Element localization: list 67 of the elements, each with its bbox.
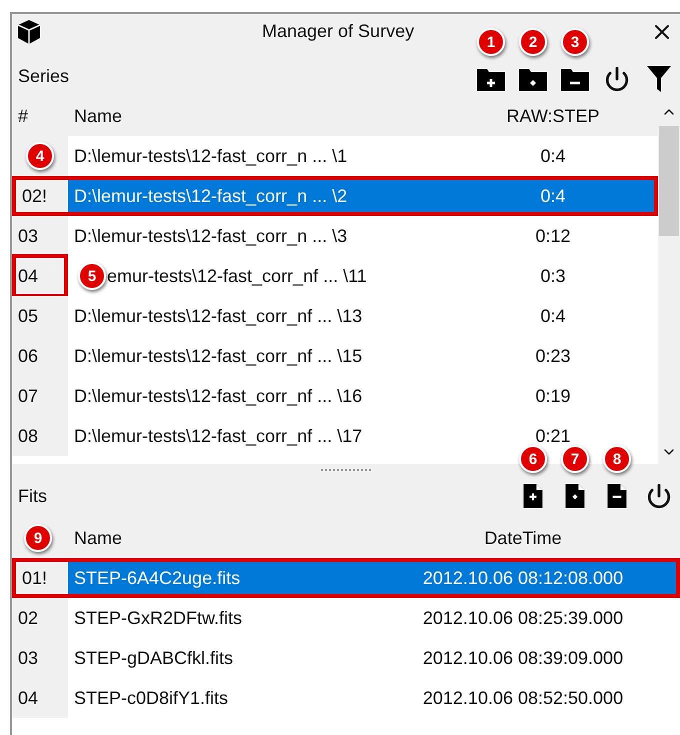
column-header: # bbox=[17, 104, 30, 128]
file-diamond-icon bbox=[563, 482, 587, 510]
table-cell-text: D:\lemur-tests\12-fast_corr_nf ... \17 bbox=[73, 424, 362, 448]
section-label: Fits bbox=[18, 484, 47, 508]
row-number: 01! bbox=[21, 566, 48, 590]
callout-badge: 5 bbox=[78, 262, 106, 290]
table-cell-text: D:\lemur-tests\12-fast_corr_nf ... \13 bbox=[73, 304, 362, 328]
section-label: Series bbox=[18, 65, 70, 88]
row-number: 08 bbox=[17, 424, 38, 448]
table-cell-text: STEP-6A4C2uge.fits bbox=[73, 566, 242, 590]
table-cell-text: D:\lemur-tests\12-fast_corr_n ... \1 bbox=[73, 144, 348, 168]
callout-badge: 4 bbox=[26, 142, 54, 170]
row-number: 03 bbox=[17, 224, 38, 248]
table-cell-text: 0:4 bbox=[539, 184, 567, 208]
cube-icon bbox=[18, 20, 40, 44]
row-number: 05 bbox=[17, 304, 38, 328]
table-cell-text: STEP-gDABCfkl.fits bbox=[73, 646, 234, 670]
power-icon bbox=[646, 483, 672, 509]
table-cell-text: D:\lemur-tests\12-fast_corr_nf ... \15 bbox=[73, 344, 362, 368]
column-header: Name bbox=[73, 104, 124, 128]
table-row[interactable]: 01! STEP-6A4C2uge.fits 2012.10.06 08:12:08.000 bbox=[12, 558, 680, 598]
callout-badge: 2 bbox=[519, 28, 547, 56]
power-icon bbox=[604, 66, 630, 92]
file-minus-icon bbox=[605, 482, 629, 510]
column-header: RAW:STEP bbox=[505, 104, 600, 128]
table-cell-text: D:\lemur-tests\12-fast_corr_n ... \3 bbox=[73, 224, 348, 248]
callout-badge: 7 bbox=[561, 445, 589, 473]
table-cell-text: 0:21 bbox=[534, 424, 572, 448]
table-cell-text: 0:19 bbox=[534, 384, 572, 408]
table-cell-text: 2012.10.06 08:39:09.000 bbox=[422, 646, 624, 670]
row-number: 02! bbox=[21, 184, 48, 208]
row-number: 04 bbox=[17, 264, 38, 288]
scrollbar-thumb[interactable] bbox=[659, 126, 679, 236]
window-title: Manager of Survey bbox=[262, 20, 414, 43]
callout-badge: 6 bbox=[519, 445, 547, 473]
row-number: 07 bbox=[17, 384, 38, 408]
callout-badge: 3 bbox=[561, 28, 589, 56]
column-header: Name bbox=[73, 526, 124, 550]
row-number: 02 bbox=[17, 606, 38, 630]
folder-diamond-icon bbox=[519, 67, 547, 91]
table-cell-text: 0:23 bbox=[534, 344, 572, 368]
table-cell-text: D:\lemur-tests\12-fast_corr_n ... \2 bbox=[73, 184, 348, 208]
callout-badge: 8 bbox=[603, 445, 631, 473]
splitter-handle[interactable] bbox=[321, 469, 371, 471]
column-header: DateTime bbox=[483, 526, 563, 550]
table-cell-text: STEP-c0D8ifY1.fits bbox=[73, 686, 230, 710]
table-cell-text: STEP-GxR2DFtw.fits bbox=[73, 606, 244, 630]
filter-button[interactable] bbox=[644, 64, 674, 94]
table-cell-text: 0:3 bbox=[539, 264, 567, 288]
table-cell-text: D:\lemur-tests\12-fast_corr_nf ... \16 bbox=[73, 384, 362, 408]
table-row[interactable]: 02! D:\lemur-tests\12-fast_corr_n ... \2 0:4 bbox=[12, 176, 658, 216]
table-cell-text: 2012.10.06 08:25:39.000 bbox=[422, 606, 624, 630]
file-plus-icon bbox=[521, 482, 545, 510]
folder-plus-icon bbox=[477, 67, 505, 91]
row-number: 06 bbox=[17, 344, 38, 368]
callout-badge: 9 bbox=[24, 524, 52, 552]
table-cell-text: 0:12 bbox=[534, 224, 572, 248]
row-number: 04 bbox=[17, 686, 38, 710]
table-cell-text: 0:4 bbox=[539, 144, 567, 168]
callout-badge: 1 bbox=[477, 28, 505, 56]
table-cell-text: 0:4 bbox=[539, 304, 567, 328]
folder-minus-icon bbox=[561, 67, 589, 91]
table-cell-text: emur-tests\12-fast_corr_nf ... \11 bbox=[106, 264, 367, 288]
table-cell-text: 2012.10.06 08:52:50.000 bbox=[422, 686, 624, 710]
table-cell-text: 2012.10.06 08:12:08.000 bbox=[422, 566, 624, 590]
row-number: 03 bbox=[17, 646, 38, 670]
filter-icon bbox=[647, 66, 671, 92]
